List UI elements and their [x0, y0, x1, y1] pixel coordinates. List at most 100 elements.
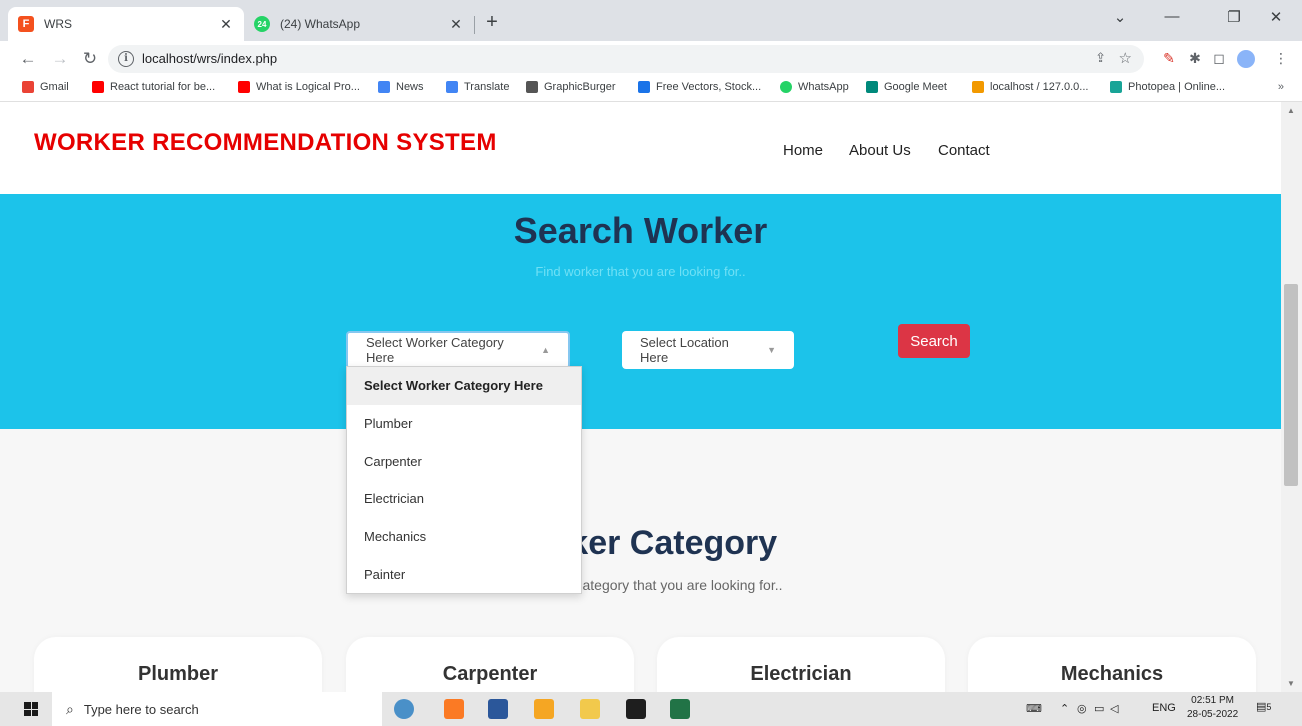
chrome-icon[interactable]	[394, 699, 414, 719]
page-scrollbar[interactable]: ▲ ▼	[1281, 102, 1302, 692]
category-card-plumber[interactable]: Plumber	[34, 637, 322, 692]
dropdown-option[interactable]: Select Worker Category Here	[347, 367, 581, 405]
terminal-icon[interactable]	[626, 699, 646, 719]
new-tab-button[interactable]: +	[480, 11, 504, 35]
info-icon[interactable]: i	[118, 51, 134, 67]
excel-icon[interactable]	[670, 699, 690, 719]
bookmarks-bar: Gmail React tutorial for be... What is L…	[0, 77, 1302, 102]
puzzle-icon[interactable]: ✱	[1186, 50, 1204, 67]
more-bookmarks-icon[interactable]: »	[1278, 81, 1284, 93]
battery-icon[interactable]: ▭	[1094, 702, 1104, 715]
clock-time: 02:51 PM	[1191, 695, 1234, 706]
category-card-mechanics[interactable]: Mechanics	[968, 637, 1256, 692]
meet-icon	[866, 81, 878, 93]
bookmark-localhost[interactable]: localhost / 127.0.0...	[972, 81, 1088, 93]
windows-taskbar: ⌕ Type here to search ⌨ ⌃ ◎ ▭ ◁ ENG 02:5…	[0, 692, 1302, 726]
section-subtitle: Find worker category that you are lookin…	[498, 577, 783, 593]
category-card-electrician[interactable]: Electrician	[657, 637, 945, 692]
nav-about-us[interactable]: About Us	[849, 142, 911, 159]
location-select[interactable]: Select Location Here ▼	[622, 331, 794, 369]
card-title: Mechanics	[1060, 663, 1164, 685]
file-explorer-icon[interactable]	[580, 699, 600, 719]
section-title: Worker Category	[503, 524, 778, 562]
taskbar-search-box[interactable]: ⌕ Type here to search	[52, 692, 382, 726]
category-dropdown-list: Select Worker Category Here Plumber Carp…	[346, 366, 582, 594]
sublime-icon[interactable]	[534, 699, 554, 719]
card-title: Electrician	[750, 663, 852, 685]
chevron-up-icon[interactable]: ⌃	[1060, 702, 1069, 715]
notification-icon[interactable]: ▤5	[1256, 700, 1271, 713]
whatsapp-icon	[780, 81, 792, 93]
restore-button[interactable]: ❐	[1222, 8, 1246, 26]
windows-start-icon[interactable]	[24, 702, 38, 716]
bookmark-free-vectors[interactable]: Free Vectors, Stock...	[638, 81, 761, 93]
scroll-down-icon[interactable]: ▼	[1287, 679, 1295, 688]
bookmark-photopea[interactable]: Photopea | Online...	[1110, 81, 1225, 93]
word-icon[interactable]	[488, 699, 508, 719]
taskbar-clock[interactable]: 02:51 PM 28-05-2022	[1187, 694, 1238, 722]
translate-icon	[446, 81, 458, 93]
browser-tab-strip: F WRS ✕ 24 (24) WhatsApp ✕ + ⌄ — ❐ ✕	[0, 0, 1302, 41]
dropdown-option-electrician[interactable]: Electrician	[347, 480, 581, 518]
nav-home[interactable]: Home	[783, 142, 823, 159]
dropdown-option-painter[interactable]: Painter	[347, 555, 581, 593]
bookmark-react-tutorial[interactable]: React tutorial for be...	[92, 81, 215, 93]
network-icon[interactable]: ◎	[1077, 702, 1087, 715]
bookmark-google-meet[interactable]: Google Meet	[866, 81, 947, 93]
youtube-icon	[238, 81, 250, 93]
search-button[interactable]: Search	[898, 324, 970, 358]
tab-search-icon[interactable]: ⌄	[1108, 8, 1132, 26]
photopea-icon	[1110, 81, 1122, 93]
category-card-carpenter[interactable]: Carpenter	[346, 637, 634, 692]
profile-avatar[interactable]	[1237, 50, 1255, 68]
volume-icon[interactable]: ◁	[1110, 702, 1118, 715]
bookmark-translate[interactable]: Translate	[446, 81, 509, 93]
extension-icon[interactable]: ✎	[1160, 50, 1178, 67]
graphicburger-icon	[526, 81, 538, 93]
clock-date: 28-05-2022	[1187, 709, 1239, 720]
search-hero: Search Worker Find worker that you are l…	[0, 194, 1281, 429]
xampp-icon[interactable]	[444, 699, 464, 719]
chevron-down-icon: ▼	[767, 345, 776, 355]
bookmark-graphicburger[interactable]: GraphicBurger	[526, 81, 616, 93]
language-indicator[interactable]: ENG	[1152, 702, 1176, 714]
bookmark-logical-pro[interactable]: What is Logical Pro...	[238, 81, 360, 93]
scrollbar-thumb[interactable]	[1284, 284, 1298, 486]
reload-icon[interactable]: ↻	[80, 49, 100, 69]
category-select-value: Select Worker Category Here	[366, 335, 504, 365]
dropdown-option-carpenter[interactable]: Carpenter	[347, 442, 581, 480]
location-select-value: Select Location Here	[640, 335, 729, 365]
minimize-button[interactable]: —	[1160, 8, 1184, 25]
menu-icon[interactable]: ⋮	[1272, 50, 1290, 67]
url-text[interactable]: localhost/wrs/index.php	[142, 51, 277, 66]
dropdown-option-mechanics[interactable]: Mechanics	[347, 518, 581, 556]
card-title: Carpenter	[442, 663, 538, 685]
bookmark-star-icon[interactable]: ☆	[1119, 49, 1132, 67]
close-icon[interactable]: ✕	[448, 16, 464, 33]
youtube-icon	[92, 81, 104, 93]
hero-title: Search Worker	[513, 210, 768, 251]
bookmark-whatsapp[interactable]: WhatsApp	[780, 81, 849, 93]
address-bar[interactable]: i localhost/wrs/index.php ⇪ ☆	[108, 45, 1144, 73]
keyboard-icon[interactable]: ⌨	[1026, 702, 1042, 715]
site-header: WORKER RECOMMENDATION SYSTEM Home About …	[0, 102, 1281, 194]
tab-whatsapp[interactable]: 24 (24) WhatsApp ✕	[244, 7, 474, 41]
nav-contact[interactable]: Contact	[938, 142, 990, 159]
bookmark-gmail[interactable]: Gmail	[22, 81, 69, 93]
side-panel-icon[interactable]: ◻	[1210, 50, 1228, 67]
back-icon[interactable]: ←	[18, 49, 38, 69]
dropdown-option-plumber[interactable]: Plumber	[347, 405, 581, 443]
notification-count: 5	[1266, 702, 1272, 712]
news-icon	[378, 81, 390, 93]
whatsapp-icon: 24	[254, 16, 270, 32]
bookmark-news[interactable]: News	[378, 81, 424, 93]
share-icon[interactable]: ⇪	[1095, 50, 1106, 66]
tab-wrs[interactable]: F WRS ✕	[8, 7, 244, 41]
site-brand[interactable]: WORKER RECOMMENDATION SYSTEM	[34, 129, 497, 157]
web-page: WORKER RECOMMENDATION SYSTEM Home About …	[0, 102, 1281, 692]
scroll-up-icon[interactable]: ▲	[1287, 106, 1295, 115]
close-icon[interactable]: ✕	[218, 16, 234, 33]
forward-icon[interactable]: →	[50, 49, 70, 69]
close-window-button[interactable]: ✕	[1264, 8, 1288, 26]
worker-category-select[interactable]: Select Worker Category Here ▲	[346, 331, 570, 369]
